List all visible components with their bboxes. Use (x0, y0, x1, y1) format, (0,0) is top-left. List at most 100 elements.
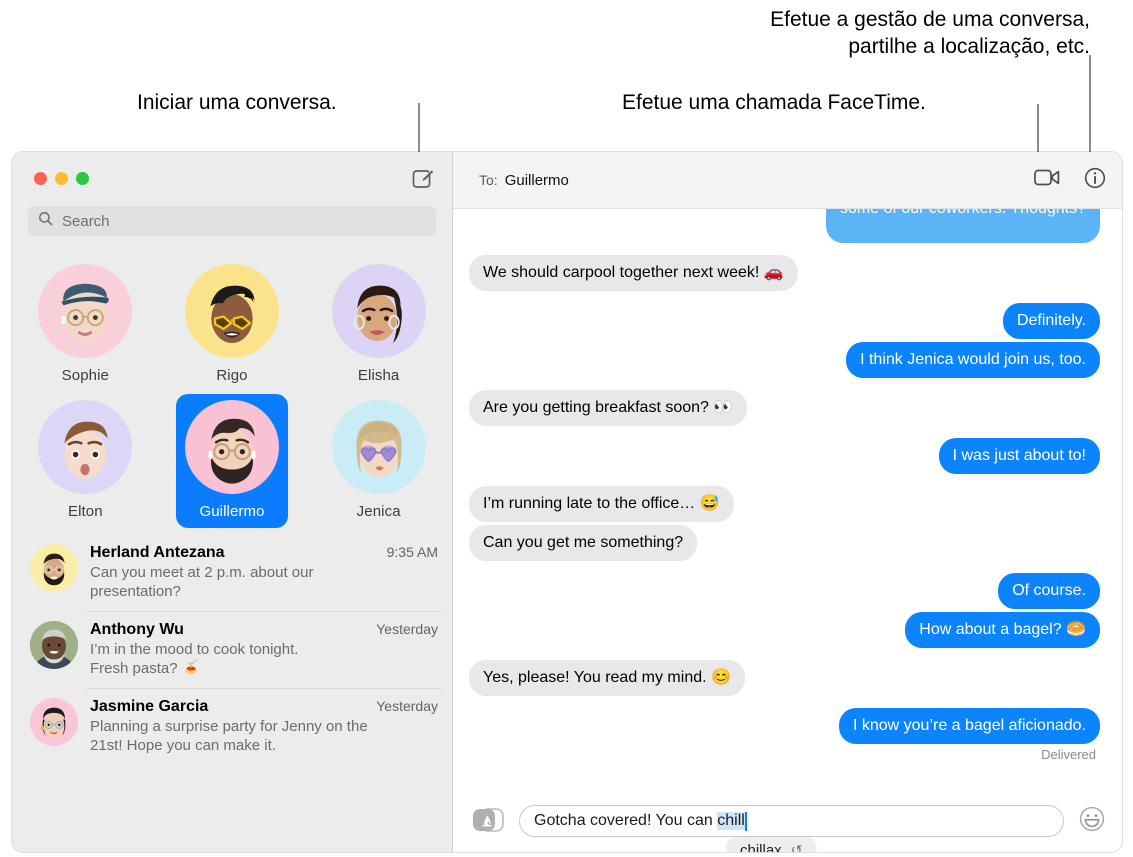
pinned-label: Elton (67, 503, 103, 520)
conversation-panel: To: Guillermo We should carpool together… (453, 152, 1122, 852)
callout-new-conversation: Iniciar uma conversa. (137, 91, 337, 114)
list-item-header: Jasmine Garcia Yesterday (90, 698, 438, 716)
pinned-item-jenica[interactable]: Jenica (323, 394, 435, 528)
timestamp: Yesterday (376, 698, 438, 714)
avatar-rigo (184, 264, 279, 358)
message-row-clipped: some of our coworkers. Thoughts? (469, 209, 1100, 243)
pinned-label: Elisha (357, 367, 400, 384)
message-row: Are you getting breakfast soon? 👀 (469, 390, 1100, 426)
message-row: How about a bagel? 🥯 (469, 612, 1100, 648)
message-thread[interactable]: some of our coworkers. Thoughts? We shou… (453, 209, 1122, 790)
details-info-icon[interactable] (1084, 167, 1106, 194)
avatar (30, 698, 78, 746)
close-button[interactable] (34, 171, 47, 185)
contact-name: Herland Antezana (90, 544, 225, 561)
suggestion-word: chillax (740, 842, 782, 852)
message-row: Definitely. (469, 303, 1100, 339)
list-item-body: Anthony Wu Yesterday I’m in the mood to … (90, 621, 438, 678)
contact-name: Jasmine Garcia (90, 698, 209, 715)
list-item-body: Jasmine Garcia Yesterday Planning a surp… (90, 698, 438, 755)
facetime-video-icon[interactable] (1034, 168, 1060, 192)
message-row: I was just about to! (469, 438, 1100, 474)
message-bubble-incoming[interactable]: Are you getting breakfast soon? 👀 (469, 390, 748, 426)
avatar-guillermo (184, 400, 279, 494)
text-caret (744, 811, 747, 831)
list-item[interactable]: Herland Antezana 9:35 AM Can you meet at… (12, 534, 452, 611)
avatar (30, 621, 78, 669)
message-row: I’m running late to the office… 😅 (469, 486, 1100, 522)
message-input[interactable]: Gotcha covered! You can chill (519, 805, 1064, 837)
avatar-elisha (331, 264, 426, 358)
pinned-label: Rigo (216, 367, 248, 384)
avatar-elton (38, 400, 133, 494)
message-row: I know you’re a bagel aficionado. (469, 708, 1100, 744)
message-preview: Can you meet at 2 p.m. about our present… (90, 564, 314, 600)
conversation-header: To: Guillermo (453, 152, 1122, 209)
message-bubble-incoming[interactable]: Yes, please! You read my mind. 😊 (469, 660, 745, 696)
avatar (30, 544, 78, 592)
app-store-icon[interactable] (471, 806, 505, 836)
message-bubble-incoming[interactable]: Can you get me something? (469, 525, 698, 561)
callout-manage-conversation: Efetue a gestão de uma conversa, partilh… (770, 8, 1090, 58)
revert-icon[interactable]: ↺ (791, 842, 803, 852)
message-composer: Gotcha covered! You can chill chillax ↺ (453, 790, 1122, 852)
recipient-name[interactable]: Guillermo (505, 172, 569, 189)
message-preview: Planning a surprise party for Jenny on t… (90, 718, 368, 754)
message-bubble-incoming[interactable]: I’m running late to the office… 😅 (469, 486, 734, 522)
callout-facetime: Efetue uma chamada FaceTime. (622, 91, 926, 114)
message-preview: I’m in the mood to cook tonight. Fresh p… (90, 641, 299, 677)
message-row: I think Jenica would join us, too. (469, 342, 1100, 378)
message-bubble-outgoing[interactable]: Of course. (998, 573, 1100, 609)
pinned-item-guillermo[interactable]: Guillermo (175, 394, 288, 528)
search-icon (38, 211, 53, 231)
search-container (12, 204, 452, 248)
pinned-conversations: Sophie Rigo Elisha Elton Guillermo Jenic… (12, 248, 452, 534)
timestamp: 9:35 AM (386, 544, 438, 560)
header-actions (1034, 167, 1106, 194)
message-row: Yes, please! You read my mind. 😊 (469, 660, 1100, 696)
search-input[interactable] (62, 212, 426, 230)
pinned-label: Guillermo (199, 503, 265, 520)
list-item[interactable]: Anthony Wu Yesterday I’m in the mood to … (12, 611, 452, 688)
pinned-item-sophie[interactable]: Sophie (29, 258, 141, 392)
messages-window: Sophie (12, 152, 1122, 852)
message-row: Of course. (469, 573, 1100, 609)
message-row: Can you get me something? (469, 525, 1100, 561)
emoji-picker-icon[interactable] (1078, 805, 1106, 838)
list-item[interactable]: Jasmine Garcia Yesterday Planning a surp… (12, 688, 452, 765)
message-bubble-outgoing[interactable]: How about a bagel? 🥯 (905, 612, 1100, 648)
pinned-label: Jenica (356, 503, 401, 520)
zoom-button[interactable] (76, 171, 89, 185)
minimize-button[interactable] (55, 171, 68, 185)
to-label: To: (479, 172, 498, 188)
delivery-status: Delivered (1041, 747, 1096, 762)
message-input-container: Gotcha covered! You can chill chillax ↺ (519, 805, 1064, 852)
pinned-item-elton[interactable]: Elton (29, 394, 141, 528)
typed-text: Gotcha covered! You can (534, 812, 718, 829)
list-item-header: Herland Antezana 9:35 AM (90, 544, 438, 562)
avatar-jenica (331, 400, 426, 494)
contact-name: Anthony Wu (90, 621, 184, 638)
pinned-item-elisha[interactable]: Elisha (323, 258, 435, 392)
pinned-item-rigo[interactable]: Rigo (176, 258, 288, 392)
callout-line-manage (1089, 55, 1091, 165)
sidebar: Sophie (12, 152, 453, 852)
list-item-header: Anthony Wu Yesterday (90, 621, 438, 639)
message-row: We should carpool together next week! 🚗 (469, 255, 1100, 291)
list-item-body: Herland Antezana 9:35 AM Can you meet at… (90, 544, 438, 601)
message-bubble-outgoing[interactable]: I know you’re a bagel aficionado. (838, 708, 1100, 744)
message-bubble-outgoing[interactable]: I think Jenica would join us, too. (846, 342, 1100, 378)
window-controls (34, 171, 89, 185)
autocorrect-suggestion[interactable]: chillax ↺ (727, 837, 816, 852)
search-field[interactable] (28, 206, 436, 236)
pinned-label: Sophie (61, 367, 109, 384)
avatar-sophie (38, 264, 133, 358)
message-bubble-outgoing[interactable]: some of our coworkers. Thoughts? (825, 209, 1100, 243)
message-bubble-outgoing[interactable]: Definitely. (1002, 303, 1100, 339)
typed-selected-text: chill (717, 812, 745, 830)
timestamp: Yesterday (376, 621, 438, 637)
window-titlebar (12, 152, 452, 204)
message-bubble-outgoing[interactable]: I was just about to! (938, 438, 1100, 474)
message-bubble-incoming[interactable]: We should carpool together next week! 🚗 (469, 255, 798, 291)
compose-icon[interactable] (410, 165, 436, 191)
